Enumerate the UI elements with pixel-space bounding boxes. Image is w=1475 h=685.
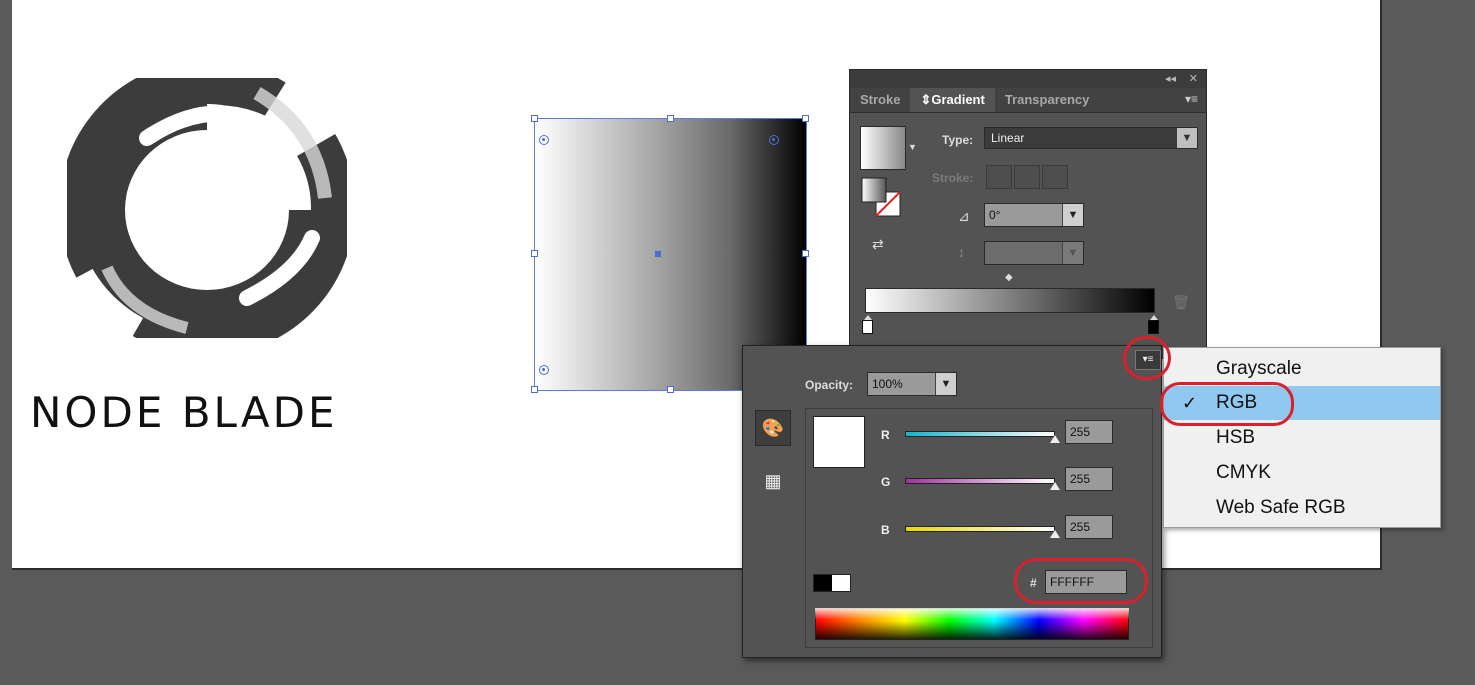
- tab-gradient-label: Gradient: [931, 92, 985, 107]
- menu-item-label: Web Safe RGB: [1216, 497, 1346, 518]
- resize-handle[interactable]: [531, 250, 538, 257]
- menu-item-grayscale[interactable]: Grayscale: [1164, 352, 1440, 386]
- gradient-slider[interactable]: [865, 288, 1155, 313]
- color-spectrum-highlight: [815, 608, 1129, 620]
- menu-item-cmyk[interactable]: CMYK: [1164, 456, 1440, 490]
- gradient-stop-white[interactable]: [862, 315, 873, 334]
- aspect-ratio-icon: ↕: [958, 244, 965, 260]
- channel-r-thumb[interactable]: [1050, 435, 1060, 443]
- collapse-icon[interactable]: ◂◂: [1165, 72, 1176, 85]
- resize-handle[interactable]: [667, 115, 674, 122]
- opacity-value: 100%: [872, 377, 903, 391]
- current-color-swatch: [813, 416, 865, 468]
- color-mode-menu: Grayscale ✓ RGB HSB CMYK Web Safe RGB: [1163, 347, 1441, 528]
- annotation-highlight-hex: [1014, 558, 1148, 604]
- channel-b-value[interactable]: 255: [1065, 515, 1113, 539]
- tab-transparency[interactable]: Transparency: [995, 88, 1100, 112]
- chevron-down-icon: ▼: [1062, 242, 1083, 264]
- menu-item-label: CMYK: [1216, 462, 1271, 483]
- stroke-along-button[interactable]: [1014, 165, 1040, 189]
- swatches-grid-icon[interactable]: ▦: [755, 464, 791, 500]
- angle-icon: ⊿: [958, 208, 970, 224]
- tab-gradient[interactable]: ⇕Gradient: [910, 88, 995, 112]
- stroke-across-button[interactable]: [1042, 165, 1068, 189]
- opacity-label: Opacity:: [805, 378, 854, 392]
- sort-icon: ⇕: [920, 92, 932, 107]
- node-blade-logo-mark: [67, 78, 347, 338]
- gradient-stop-black[interactable]: [1148, 315, 1159, 334]
- channel-g-slider[interactable]: [905, 478, 1055, 484]
- logo-text: NODE BLADE: [30, 388, 338, 437]
- channel-b-label: B: [881, 523, 890, 537]
- black-white-swatch[interactable]: [813, 574, 851, 592]
- annotation-highlight-rgb: [1160, 382, 1294, 426]
- resize-handle[interactable]: [802, 250, 809, 257]
- aspect-ratio-field: ▼: [984, 241, 1084, 265]
- reverse-gradient-icon[interactable]: ⇄: [872, 236, 884, 253]
- menu-item-web-safe-rgb[interactable]: Web Safe RGB: [1164, 491, 1440, 525]
- corner-widget-icon[interactable]: [539, 135, 549, 145]
- corner-widget-icon[interactable]: [539, 365, 549, 375]
- angle-value: 0°: [989, 208, 1001, 222]
- center-point: [655, 251, 661, 257]
- type-label: Type:: [942, 133, 974, 147]
- annotation-highlight-menu-icon: [1123, 336, 1171, 380]
- chevron-down-icon[interactable]: ▼: [908, 142, 917, 152]
- fill-stroke-swatch[interactable]: [860, 176, 904, 220]
- channel-r-slider[interactable]: [905, 431, 1055, 437]
- channel-g-label: G: [881, 475, 891, 489]
- corner-widget-icon[interactable]: [769, 135, 779, 145]
- close-icon[interactable]: ✕: [1189, 72, 1198, 85]
- panel-menu-icon[interactable]: ▾≡: [1185, 92, 1198, 106]
- panel-tabs: Stroke ⇕Gradient Transparency ▾≡: [850, 88, 1206, 113]
- channel-g-value[interactable]: 255: [1065, 467, 1113, 491]
- midpoint-diamond-icon[interactable]: ◆: [1005, 272, 1013, 283]
- resize-handle[interactable]: [531, 386, 538, 393]
- channel-b-thumb[interactable]: [1050, 530, 1060, 538]
- resize-handle[interactable]: [531, 115, 538, 122]
- channel-b-slider[interactable]: [905, 526, 1055, 532]
- opacity-field[interactable]: 100% ▼: [867, 372, 957, 396]
- color-flyout: Opacity: 100% ▼ ▾≡ 🎨 ▦ R 255 G 255 B 255…: [742, 345, 1162, 658]
- chevron-down-icon: ▼: [1062, 204, 1083, 226]
- gradient-panel: ◂◂ ✕ Stroke ⇕Gradient Transparency ▾≡ ▼ …: [849, 69, 1207, 359]
- panel-titlebar: ◂◂ ✕: [850, 70, 1206, 88]
- angle-field[interactable]: 0° ▼: [984, 203, 1084, 227]
- resize-handle[interactable]: [667, 386, 674, 393]
- channel-r-value[interactable]: 255: [1065, 420, 1113, 444]
- gradient-swatch[interactable]: [860, 126, 906, 170]
- chevron-down-icon: ▼: [935, 373, 956, 395]
- channel-r-label: R: [881, 428, 890, 442]
- color-palette-icon[interactable]: 🎨: [755, 410, 791, 446]
- trash-icon[interactable]: 🗑: [1172, 294, 1190, 311]
- type-value: Linear: [991, 131, 1025, 145]
- menu-item-label: HSB: [1216, 427, 1256, 448]
- stroke-within-button[interactable]: [986, 165, 1012, 189]
- channel-g-thumb[interactable]: [1050, 482, 1060, 490]
- tab-stroke[interactable]: Stroke: [850, 88, 910, 112]
- menu-item-label: Grayscale: [1216, 358, 1302, 379]
- type-select[interactable]: Linear ▼: [984, 127, 1198, 149]
- menu-item-hsb[interactable]: HSB: [1164, 421, 1440, 455]
- chevron-down-icon: ▼: [1177, 128, 1197, 148]
- resize-handle[interactable]: [802, 115, 809, 122]
- stroke-label: Stroke:: [932, 171, 974, 185]
